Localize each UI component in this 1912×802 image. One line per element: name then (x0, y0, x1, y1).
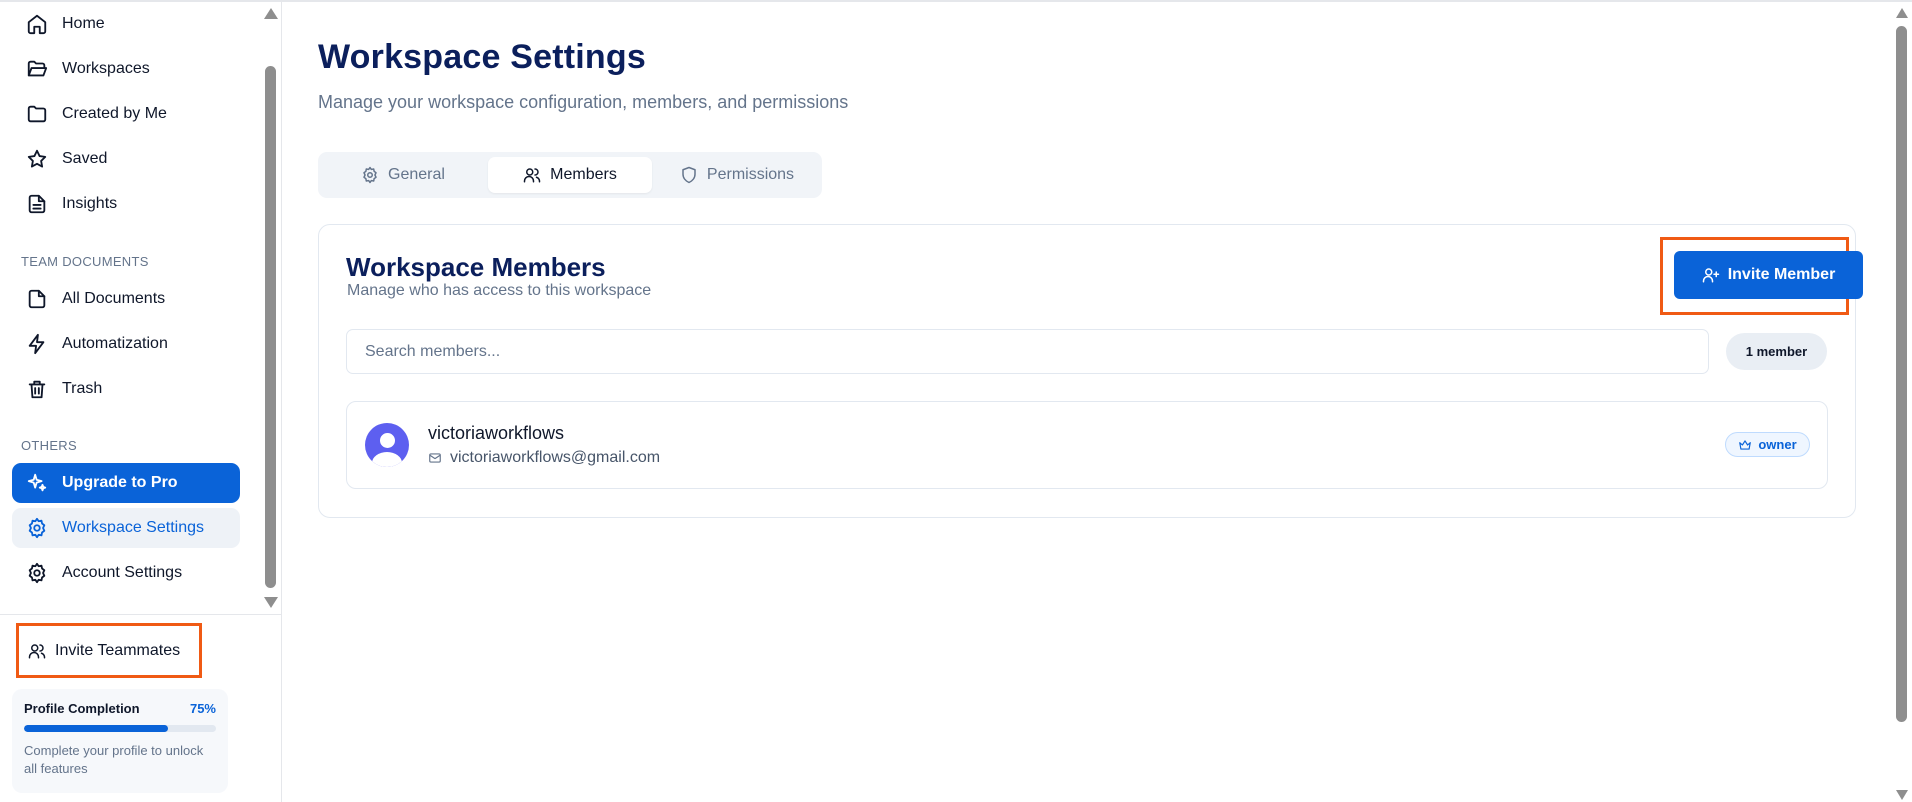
invite-member-button[interactable]: Invite Member (1674, 251, 1863, 299)
scroll-up-arrow-icon[interactable] (264, 8, 278, 19)
profile-progress-fill (24, 725, 168, 732)
main-content: Workspace Settings Manage your workspace… (282, 2, 1892, 802)
section-label-others: OTHERS (21, 438, 77, 453)
profile-progress-bar (24, 725, 216, 732)
sidebar-item-label: Saved (62, 150, 108, 167)
file-text-icon (26, 193, 48, 215)
member-email-text: victoriaworkflows@gmail.com (450, 449, 661, 466)
invite-member-highlight: Invite Member (1660, 237, 1863, 315)
sidebar-item-saved[interactable]: Saved (12, 139, 240, 179)
crown-icon (1739, 439, 1752, 450)
tab-label: Permissions (706, 166, 795, 183)
sidebar-item-trash[interactable]: Trash (12, 369, 240, 409)
bolt-icon (26, 333, 48, 355)
sparkles-icon (26, 472, 48, 494)
section-label-team-documents: TEAM DOCUMENTS (21, 254, 149, 269)
search-members-input[interactable] (346, 329, 1709, 374)
gear-icon (26, 562, 48, 584)
sidebar-scrollbar[interactable] (262, 2, 280, 612)
sidebar-item-label: All Documents (62, 290, 166, 307)
users-icon (28, 643, 46, 658)
sidebar-item-workspace-settings[interactable]: Workspace Settings (12, 508, 240, 548)
tab-general[interactable]: General (323, 157, 483, 193)
sidebar-item-label: Workspace Settings (62, 519, 204, 536)
page-subtitle: Manage your workspace configuration, mem… (318, 92, 849, 112)
scroll-down-arrow-icon[interactable] (264, 597, 278, 608)
profile-completion-title: Profile Completion (24, 701, 140, 716)
users-icon (523, 168, 541, 183)
workspace-members-card: Workspace Members Manage who has access … (318, 224, 1863, 518)
sidebar-item-label: Home (62, 15, 105, 32)
page-title: Workspace Settings (318, 38, 646, 76)
member-name: victoriaworkflows (428, 423, 565, 443)
sidebar-item-workspaces[interactable]: Workspaces (12, 49, 240, 89)
sidebar-item-label: Automatization (62, 335, 168, 352)
tab-label: Members (550, 166, 617, 183)
gear-icon (363, 166, 377, 184)
tab-members[interactable]: Members (488, 157, 652, 193)
member-email: victoriaworkflows@gmail.com (428, 449, 660, 467)
member-row[interactable]: victoriaworkflows victoriaworkflows@gmai… (346, 401, 1828, 489)
gear-icon (26, 517, 48, 539)
trash-icon (26, 378, 48, 400)
invite-member-label: Invite Member (1727, 266, 1836, 283)
members-card-title: Workspace Members (346, 252, 606, 282)
folder-icon (26, 103, 48, 125)
profile-completion-card: Profile Completion 75% Complete your pro… (12, 689, 228, 793)
user-plus-icon (1702, 268, 1719, 283)
sidebar-item-automatization[interactable]: Automatization (12, 324, 240, 364)
sidebar-item-label: Trash (62, 380, 103, 397)
sidebar-nav: Home Workspaces Created by Me Saved Insi… (0, 2, 262, 607)
sidebar-item-label: Created by Me (62, 105, 167, 122)
app-window: Home Workspaces Created by Me Saved Insi… (0, 0, 1912, 802)
role-label: owner (1758, 437, 1797, 452)
role-badge: owner (1725, 432, 1810, 457)
sidebar-item-account-settings[interactable]: Account Settings (12, 553, 240, 593)
invite-teammates-label: Invite Teammates (55, 641, 181, 659)
sidebar-item-insights[interactable]: Insights (12, 184, 240, 224)
profile-completion-description: Complete your profile to unlock all feat… (24, 743, 204, 776)
members-card-subtitle: Manage who has access to this workspace (347, 282, 652, 299)
sidebar-footer: Invite Teammates Profile Completion 75% … (0, 614, 281, 802)
sidebar-item-all-documents[interactable]: All Documents (12, 279, 240, 319)
avatar (365, 423, 409, 467)
sidebar: Home Workspaces Created by Me Saved Insi… (0, 2, 282, 802)
upgrade-to-pro-button[interactable]: Upgrade to Pro (12, 463, 240, 503)
home-icon (26, 13, 48, 35)
member-count-badge: 1 member (1726, 333, 1827, 370)
sidebar-item-home[interactable]: Home (12, 4, 240, 44)
scroll-down-arrow-icon[interactable] (1896, 790, 1908, 800)
mail-icon (429, 453, 441, 463)
folder-open-icon (26, 58, 48, 80)
star-icon (26, 148, 48, 170)
invite-teammates-button[interactable]: Invite Teammates (16, 623, 202, 678)
profile-completion-percent: 75% (189, 701, 216, 716)
tab-label: General (388, 166, 445, 183)
sidebar-item-label: Upgrade to Pro (62, 474, 178, 491)
scrollbar-thumb[interactable] (1896, 26, 1907, 722)
sidebar-item-created-by-me[interactable]: Created by Me (12, 94, 240, 134)
file-icon (26, 288, 48, 310)
scroll-up-arrow-icon[interactable] (1896, 8, 1908, 18)
sidebar-item-label: Account Settings (62, 564, 183, 581)
tab-permissions[interactable]: Permissions (657, 157, 817, 193)
sidebar-item-label: Insights (62, 195, 118, 212)
scrollbar-thumb[interactable] (265, 66, 276, 588)
page-scrollbar[interactable] (1892, 2, 1912, 802)
settings-tabs: General Members Permissions (318, 152, 822, 198)
sidebar-item-label: Workspaces (62, 60, 150, 77)
shield-icon (682, 166, 696, 184)
